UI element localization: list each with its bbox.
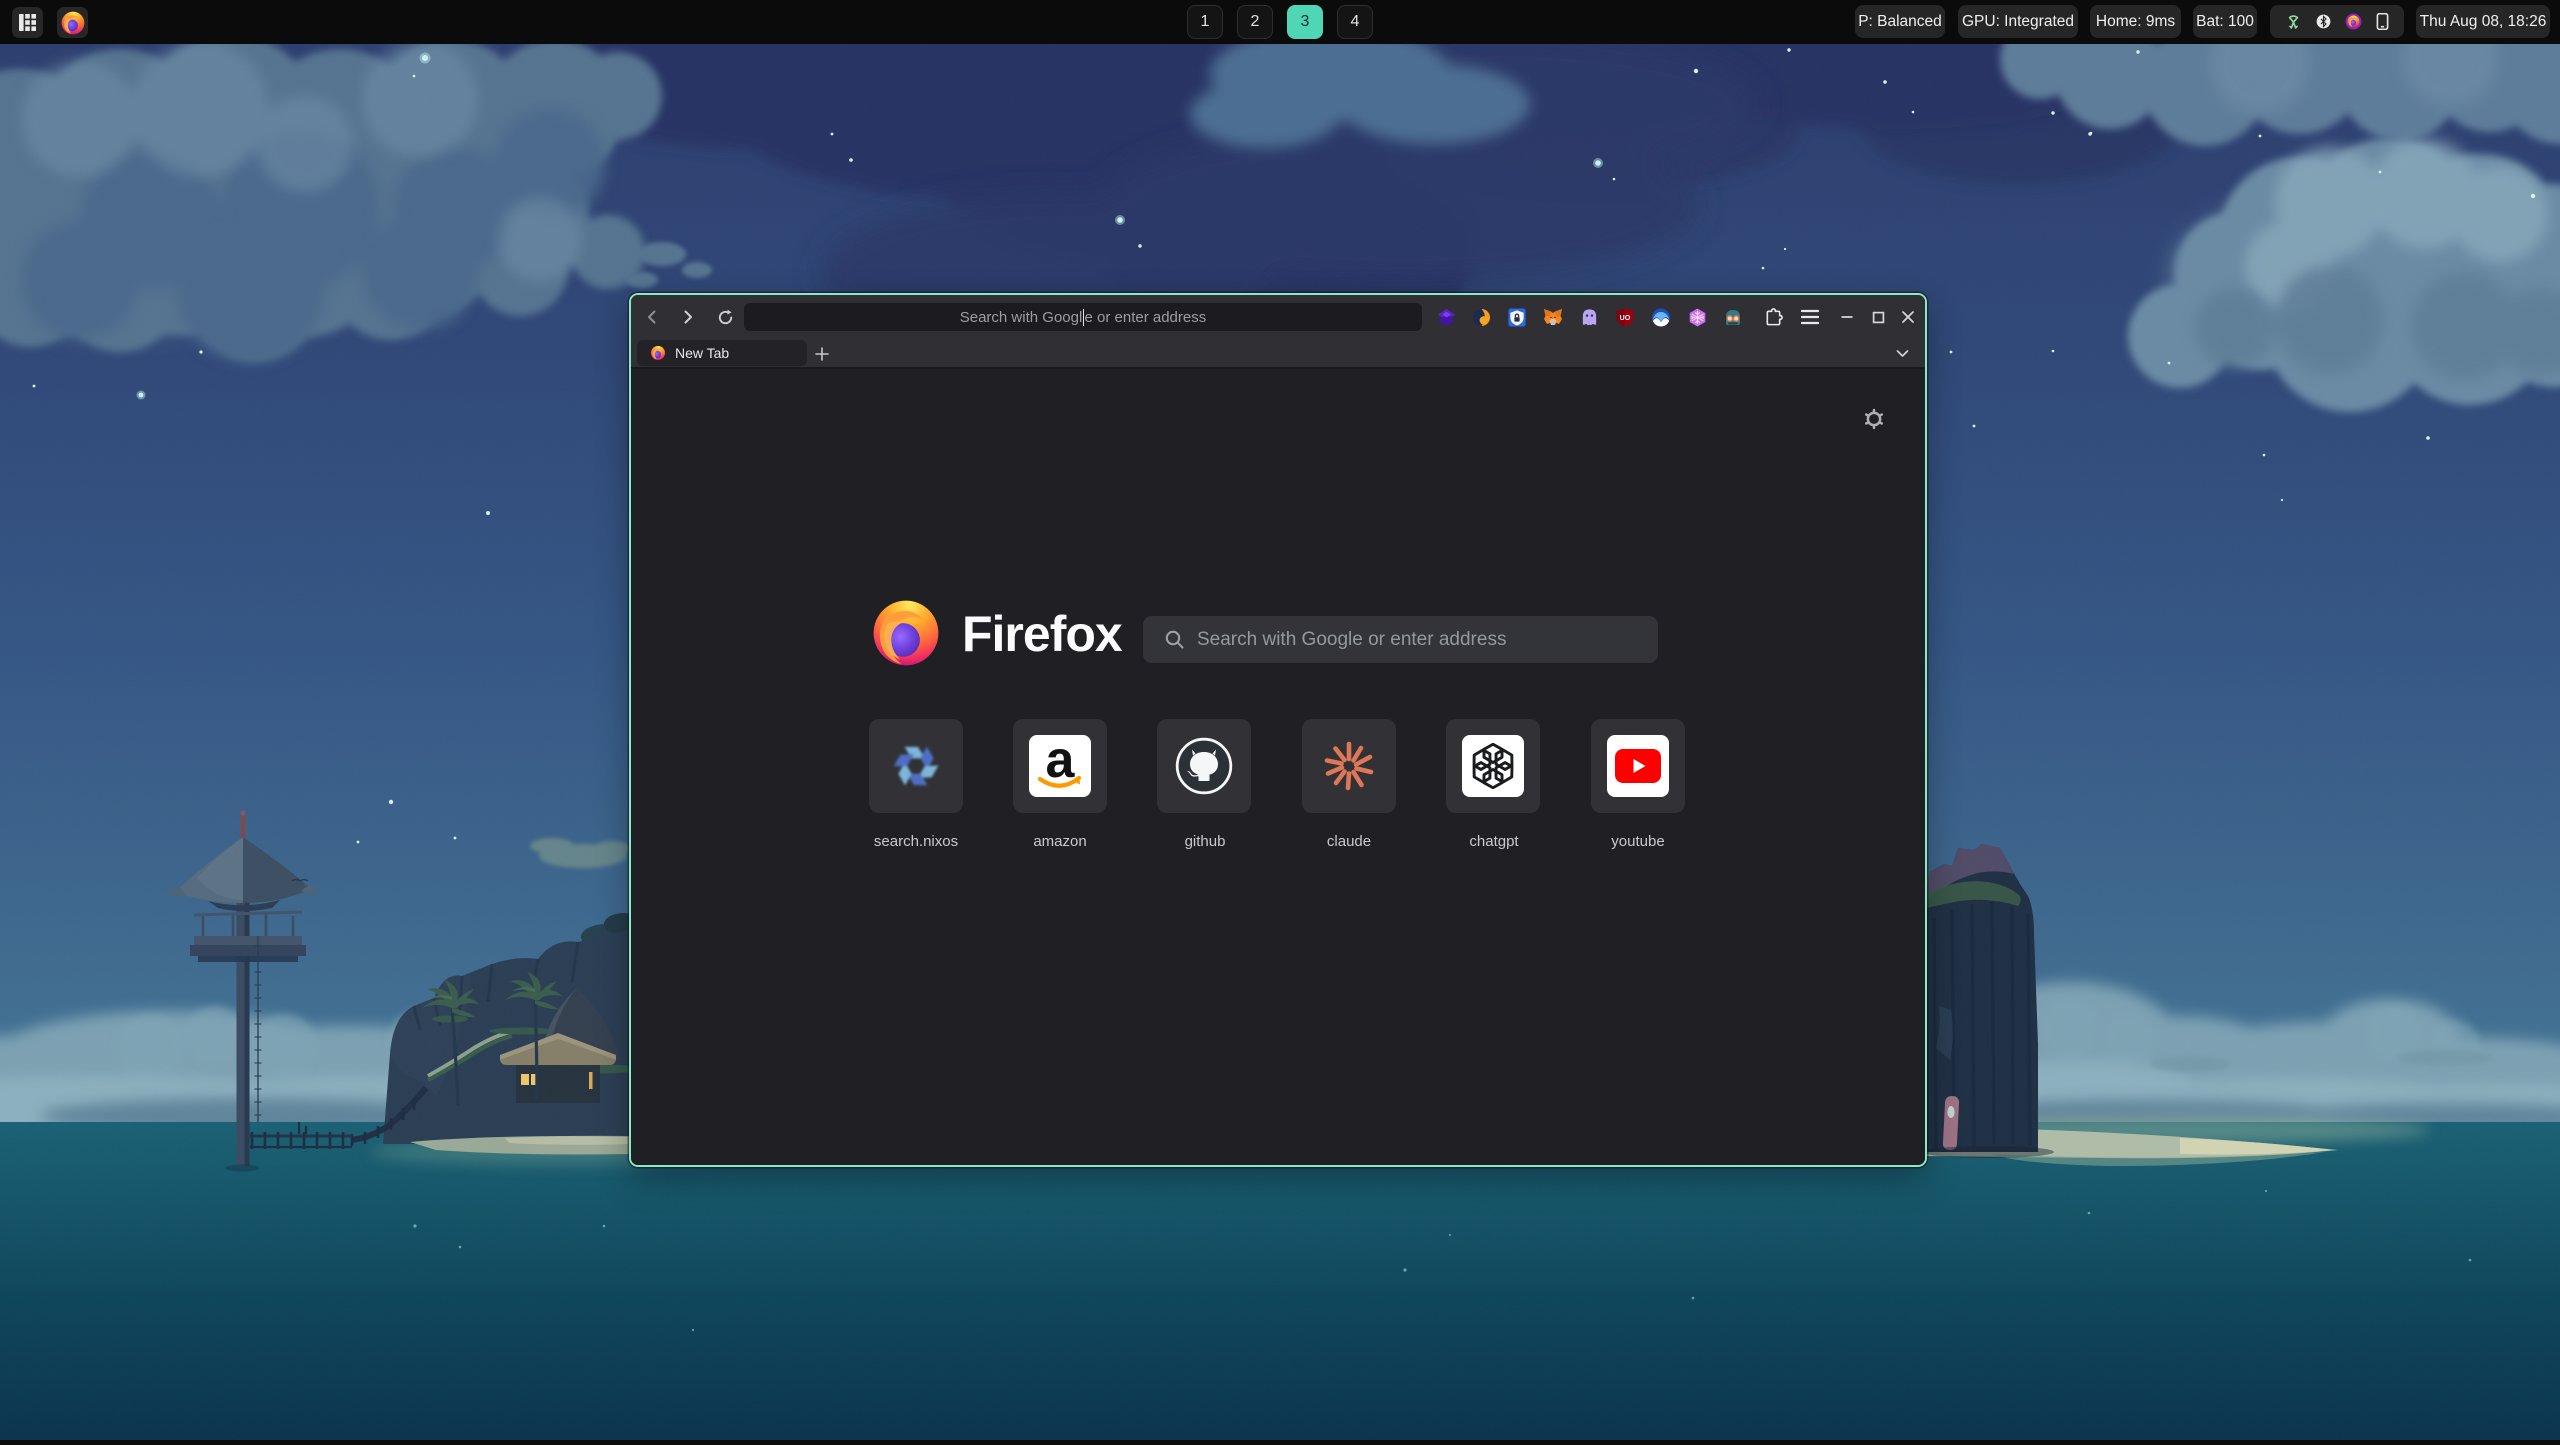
svg-text:UO: UO [1620,313,1631,321]
